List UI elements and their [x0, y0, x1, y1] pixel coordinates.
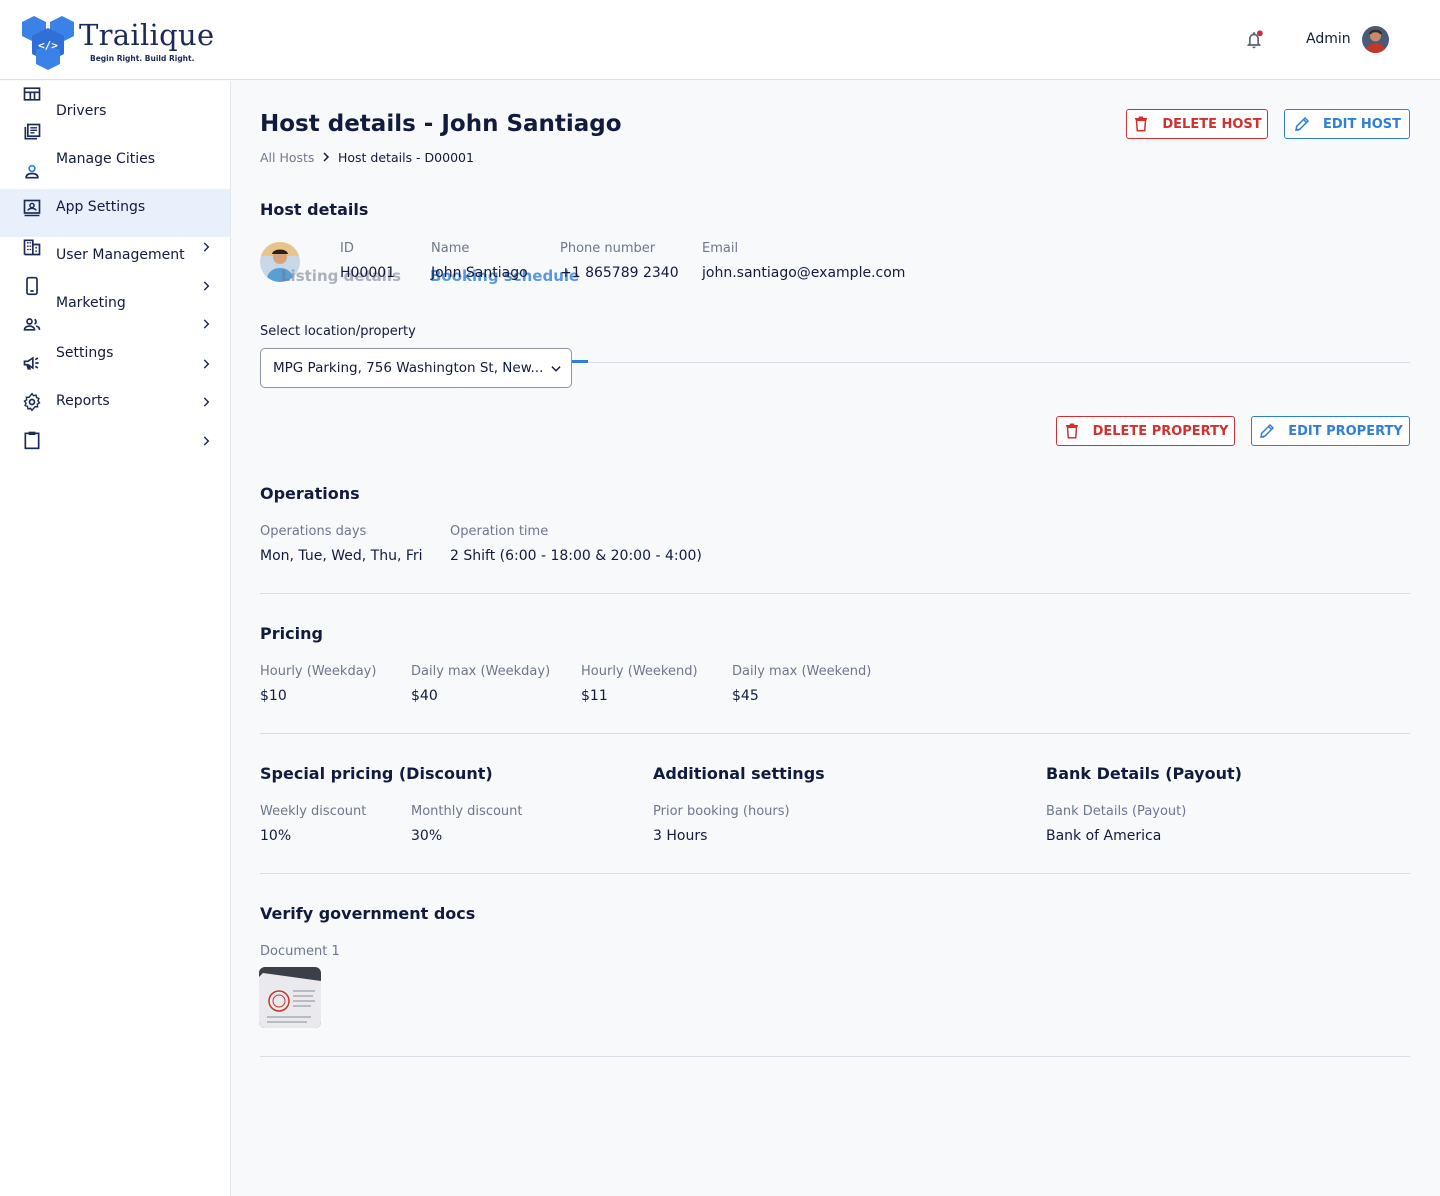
weekly-discount-value: 10%	[260, 828, 292, 844]
svg-text:</>: </>	[38, 39, 58, 52]
document-thumbnail[interactable]	[259, 967, 321, 1028]
pencil-icon	[1294, 116, 1310, 131]
select-property-label: Select location/property	[260, 324, 416, 339]
user-name[interactable]: Admin	[1306, 31, 1351, 47]
host-id-value: H00001	[340, 265, 396, 281]
bank-details-value: Bank of America	[1046, 828, 1162, 844]
pencil-icon	[1260, 423, 1275, 438]
brand-tagline: Begin Right. Build Right.	[90, 54, 195, 63]
section-divider	[260, 1056, 1410, 1057]
operation-time-value: 2 Shift (6:00 - 18:00 & 20:00 - 4:00)	[450, 548, 702, 564]
page-title: Host details - John Santiago	[260, 111, 622, 137]
sidebar-item-app-settings[interactable]: App Settings	[56, 199, 145, 215]
operations-days-label: Operations days	[260, 524, 367, 539]
monthly-discount-label: Monthly discount	[411, 804, 523, 819]
operations-days-value: Mon, Tue, Wed, Thu, Fri	[260, 548, 423, 564]
chevron-right-icon[interactable]	[199, 317, 213, 331]
delete-host-button[interactable]: DELETE HOST	[1126, 109, 1268, 139]
host-name-value: John Santiago	[431, 265, 528, 281]
trash-icon	[1065, 423, 1078, 439]
sidebar-item-user-management[interactable]: User Management	[56, 247, 185, 263]
breadcrumb-parent[interactable]: All Hosts	[260, 150, 314, 165]
host-id-label: ID	[340, 241, 354, 256]
price-label: Hourly (Weekday)	[260, 664, 377, 679]
gear-icon[interactable]	[22, 392, 42, 412]
megaphone-icon[interactable]	[22, 353, 42, 373]
edit-property-button[interactable]: EDIT PROPERTY	[1251, 416, 1410, 446]
chevron-right-icon[interactable]	[199, 279, 213, 293]
logo-hex-icon: </>	[22, 16, 74, 70]
edit-property-label: EDIT PROPERTY	[1288, 423, 1403, 439]
delete-property-button[interactable]: DELETE PROPERTY	[1056, 416, 1235, 446]
host-phone-value: +1 865789 2340	[560, 265, 679, 281]
price-label: Daily max (Weekend)	[732, 664, 872, 679]
tab-indicator	[572, 360, 588, 363]
bank-details-label: Bank Details (Payout)	[1046, 804, 1187, 819]
sidebar: Drivers Manage Cities App Settings User …	[0, 81, 231, 1196]
operations-title: Operations	[260, 484, 360, 503]
sidebar-item-manage-cities[interactable]: Manage Cities	[56, 151, 155, 167]
host-phone-label: Phone number	[560, 241, 656, 256]
prior-booking-value: 3 Hours	[653, 828, 708, 844]
logo[interactable]: </> Trailique Begin Right. Build Right.	[20, 14, 220, 72]
chevron-right-icon	[323, 152, 330, 162]
document-label: Document 1	[260, 944, 340, 959]
person-icon[interactable]	[22, 161, 42, 181]
host-name-label: Name	[431, 241, 470, 256]
edit-host-label: EDIT HOST	[1322, 116, 1402, 132]
chevron-right-icon[interactable]	[199, 434, 213, 448]
trash-icon	[1135, 116, 1148, 132]
price-value: $45	[732, 688, 759, 704]
chevron-right-icon[interactable]	[199, 240, 213, 254]
property-select[interactable]: MPG Parking, 756 Washington St, New...	[260, 348, 572, 388]
group-icon[interactable]	[22, 314, 42, 334]
sidebar-item-drivers[interactable]: Drivers	[56, 103, 106, 119]
host-details-title: Host details	[260, 200, 369, 219]
chevron-right-icon[interactable]	[199, 357, 213, 371]
section-divider	[260, 733, 1410, 734]
price-value: $10	[260, 688, 287, 704]
operation-time-label: Operation time	[450, 524, 549, 539]
edit-host-button[interactable]: EDIT HOST	[1284, 109, 1410, 139]
clipboard-icon[interactable]	[22, 430, 42, 450]
dashboard-icon[interactable]	[22, 84, 42, 104]
list-icon[interactable]	[22, 122, 42, 142]
sidebar-item-marketing[interactable]: Marketing	[56, 295, 126, 311]
property-select-value: MPG Parking, 756 Washington St, New...	[273, 360, 544, 376]
prior-booking-label: Prior booking (hours)	[653, 804, 790, 819]
weekly-discount-label: Weekly discount	[260, 804, 367, 819]
section-divider	[260, 873, 1410, 874]
delete-property-label: DELETE PROPERTY	[1092, 423, 1229, 439]
tab-divider	[572, 362, 1410, 363]
price-label: Hourly (Weekend)	[581, 664, 698, 679]
chevron-down-icon	[551, 366, 561, 372]
notification-dot	[1256, 30, 1263, 37]
section-divider	[260, 593, 1410, 594]
host-email-label: Email	[702, 241, 739, 256]
top-bar: </> Trailique Begin Right. Build Right. …	[0, 0, 1440, 80]
sidebar-item-settings[interactable]: Settings	[56, 345, 113, 361]
monthly-discount-value: 30%	[411, 828, 443, 844]
special-pricing-title: Special pricing (Discount)	[260, 764, 493, 783]
building-icon[interactable]	[22, 237, 42, 257]
price-value: $40	[411, 688, 438, 704]
price-label: Daily max (Weekday)	[411, 664, 551, 679]
breadcrumb-current: Host details - D00001	[338, 150, 474, 165]
bell-icon[interactable]	[1244, 30, 1264, 50]
additional-settings-title: Additional settings	[653, 764, 825, 783]
app-settings-icon[interactable]	[22, 198, 42, 218]
pricing-title: Pricing	[260, 624, 323, 643]
host-email-value: john.santiago@example.com	[702, 265, 906, 281]
bank-details-title: Bank Details (Payout)	[1046, 764, 1242, 783]
phone-icon[interactable]	[22, 276, 42, 296]
sidebar-item-reports[interactable]: Reports	[56, 393, 110, 409]
verify-docs-title: Verify government docs	[260, 904, 476, 923]
price-value: $11	[581, 688, 608, 704]
avatar[interactable]	[1362, 26, 1389, 53]
main-content: Host details - John Santiago All Hosts H…	[231, 81, 1440, 1196]
delete-host-label: DELETE HOST	[1162, 116, 1262, 132]
brand-name: Trailique	[79, 18, 215, 52]
chevron-right-icon[interactable]	[199, 395, 213, 409]
